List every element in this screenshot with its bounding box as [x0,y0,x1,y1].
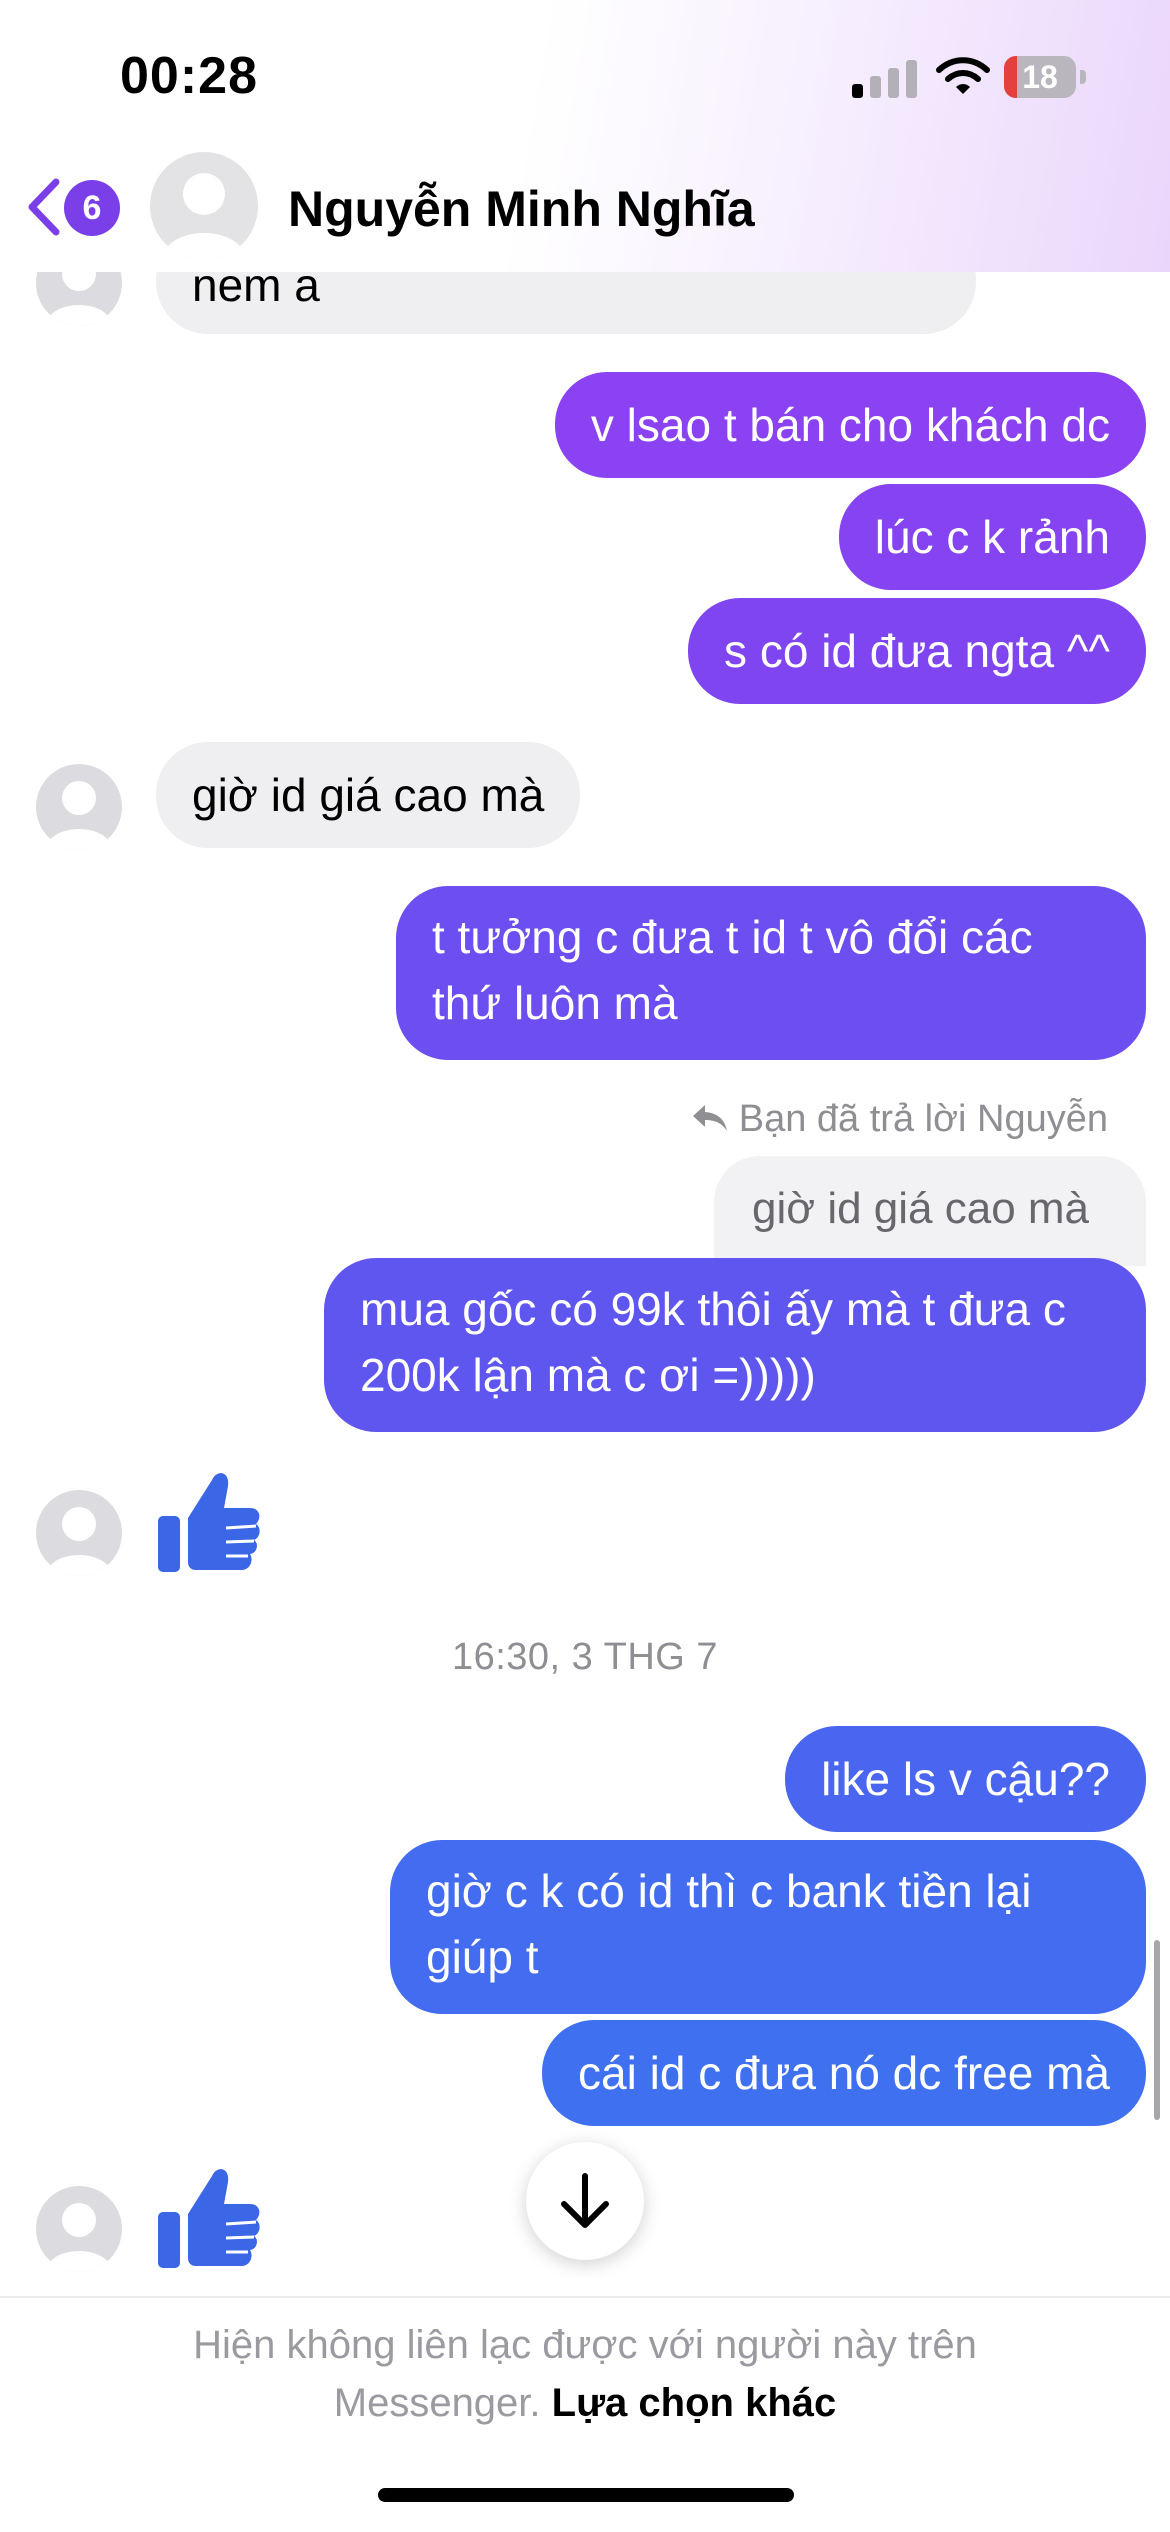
message-text: giờ c k có id thì c bank tiền lại giúp t [426,1865,1032,1983]
message-text: cái id c đưa nó dc free mà [578,2047,1110,2099]
scroll-to-bottom-button[interactable] [526,2142,644,2260]
battery-cap [1080,70,1086,84]
contact-name[interactable]: Nguyễn Minh Nghĩa [288,180,755,238]
thumbs-up-icon[interactable] [156,2162,262,2270]
unread-badge: 6 [64,180,120,236]
outgoing-message[interactable]: v lsao t bán cho khách dc [554,372,1146,478]
other-options-link[interactable]: Lựa chọn khác [552,2381,837,2425]
chat-header: 00:28 18 6 Nguyễn Minh Nghĩa [0,0,1170,272]
reply-label: Bạn đã trả lời Nguyễn [691,1098,1108,1141]
outgoing-message[interactable]: giờ c k có id thì c bank tiền lại giúp t [390,1840,1146,2014]
chevron-left-icon [28,178,60,236]
wifi-icon [936,57,990,94]
unavailable-notice: Hiện không liên lạc được với người này t… [193,2323,977,2425]
status-time: 00:28 [120,47,258,105]
divider [0,2296,1170,2298]
message-text: s có id đưa ngta ^^ [724,625,1110,677]
back-button[interactable]: 6 [20,172,130,242]
quoted-message[interactable]: giờ id giá cao mà [714,1156,1146,1266]
contact-avatar[interactable] [36,764,122,850]
reply-arrow-icon [692,1105,727,1131]
scrollbar[interactable] [1154,1940,1160,2120]
timestamp: 16:30, 3 THG 7 [451,1636,719,1678]
cellular-signal-icon [852,58,918,98]
battery-level: 18 [1022,59,1058,95]
arrow-down-icon [561,2173,609,2228]
message-text: giờ id giá cao mà [192,769,545,821]
message-text: v lsao t bán cho khách dc [590,399,1110,451]
outgoing-message[interactable]: lúc c k rảnh [838,484,1146,590]
outgoing-message[interactable]: mua gốc có 99k thôi ấy mà t đưa c 200k l… [324,1258,1146,1432]
thumbs-up-icon[interactable] [156,1466,262,1574]
outgoing-message[interactable]: t tưởng c đưa t id t vô đổi các thứ luôn… [396,886,1146,1060]
home-indicator[interactable] [378,2488,794,2502]
contact-avatar[interactable] [36,1490,122,1576]
message-text: lúc c k rảnh [874,511,1110,563]
message-text: mua gốc có 99k thôi ấy mà t đưa c 200k l… [360,1283,1066,1401]
message-text: like ls v cậu?? [821,1753,1110,1805]
chat-screen: nem a v lsao t bán cho khách dc lúc c k … [0,0,1170,2532]
battery-icon: 18 [1004,56,1076,98]
contact-avatar[interactable] [150,152,258,260]
incoming-message[interactable]: giờ id giá cao mà [156,742,581,848]
outgoing-message[interactable]: like ls v cậu?? [785,1726,1146,1832]
contact-avatar[interactable] [36,2186,122,2272]
outgoing-message[interactable]: cái id c đưa nó dc free mà [542,2020,1146,2126]
message-text: t tưởng c đưa t id t vô đổi các thứ luôn… [432,911,1033,1029]
outgoing-message[interactable]: s có id đưa ngta ^^ [688,598,1146,704]
